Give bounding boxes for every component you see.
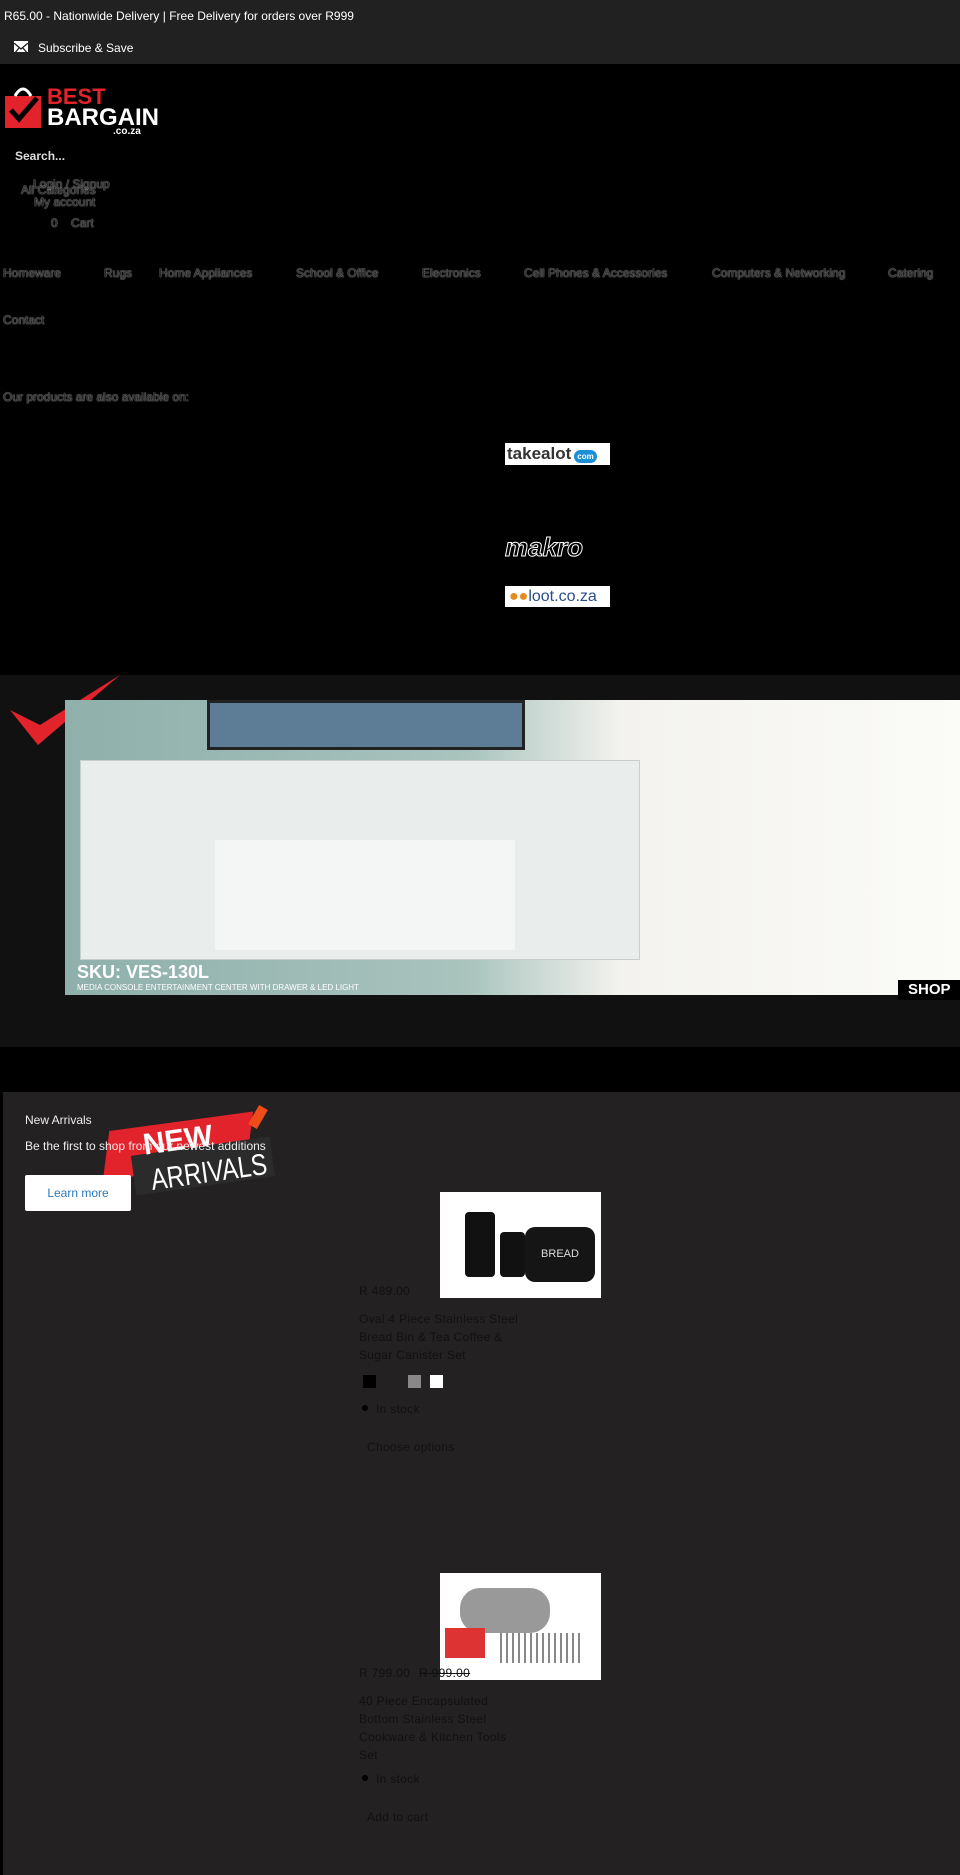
nav-electronics[interactable]: Electronics — [422, 266, 481, 280]
add-to-cart-button[interactable]: Add to cart — [367, 1810, 428, 1824]
nav-contact[interactable]: Contact — [3, 313, 44, 327]
section-subtitle: Be the first to shop from our newest add… — [25, 1139, 266, 1153]
shop-button[interactable]: SHOP — [898, 980, 960, 1000]
stock-dot-icon — [362, 1405, 368, 1411]
cart-count: 0 — [51, 216, 58, 230]
choose-options-button[interactable]: Choose options — [367, 1440, 455, 1454]
banner-image: SKU: VES-130L MEDIA CONSOLE ENTERTAINMEN… — [65, 700, 960, 1000]
swatch-gray[interactable] — [408, 1375, 421, 1388]
mail-icon — [13, 41, 29, 55]
announcement-bar: R65.00 - Nationwide Delivery | Free Deli… — [0, 0, 960, 64]
nav-catering[interactable]: Catering — [888, 266, 933, 280]
nav-homeware[interactable]: Homeware — [3, 266, 61, 280]
banner-subtitle: MEDIA CONSOLE ENTERTAINMENT CENTER WITH … — [77, 983, 359, 992]
banner-sku: SKU: VES-130L — [77, 962, 210, 982]
hero-banner[interactable]: SKU: VES-130L MEDIA CONSOLE ENTERTAINMEN… — [0, 675, 960, 1047]
product-price: R 799.00 — [359, 1666, 411, 1680]
logo[interactable]: BEST BARGAIN .co.za — [5, 84, 159, 137]
cart-link[interactable]: Cart — [71, 216, 94, 230]
my-account-link[interactable]: My account — [34, 195, 95, 209]
nav-computers[interactable]: Computers & Networking — [712, 266, 845, 280]
takealot-logo[interactable]: takealot com — [505, 443, 610, 465]
product-image[interactable]: BREAD — [440, 1192, 601, 1298]
stock-status: In stock — [376, 1772, 420, 1786]
learn-more-button[interactable]: Learn more — [25, 1175, 131, 1211]
compare-price: R 999.00 — [419, 1666, 471, 1680]
new-arrivals-section: NEW ARRIVALS New Arrivals Be the first t… — [3, 1092, 960, 1875]
section-title: New Arrivals — [25, 1113, 92, 1127]
product-title[interactable]: Oval 4 Piece Stainless Steel Bread Bin &… — [359, 1310, 524, 1364]
makro-logo[interactable]: makro — [505, 532, 610, 563]
nav-cell-phones[interactable]: Cell Phones & Accessories — [524, 266, 667, 280]
product-price: R 489.00 — [359, 1284, 411, 1298]
swatch-dark[interactable] — [386, 1375, 399, 1388]
stock-dot-icon — [362, 1775, 368, 1781]
product-title[interactable]: 40 Piece Encapsulated Bottom Stainless S… — [359, 1692, 509, 1764]
nav-school-office[interactable]: School & Office — [296, 266, 379, 280]
partners-label: Our products are also available on: — [3, 390, 190, 404]
swatch-white[interactable] — [430, 1375, 443, 1388]
product-image[interactable] — [440, 1573, 601, 1680]
nav-home-appliances[interactable]: Home Appliances — [159, 266, 252, 280]
loot-logo[interactable]: ●●loot.co.za — [505, 586, 610, 607]
nav-rugs[interactable]: Rugs — [104, 266, 132, 280]
announcement-text: R65.00 - Nationwide Delivery | Free Deli… — [4, 9, 354, 23]
stock-status: In stock — [376, 1402, 420, 1416]
subscribe-link[interactable]: Subscribe & Save — [38, 41, 133, 55]
swatch-black[interactable] — [363, 1375, 376, 1388]
search-input[interactable]: Search... — [15, 149, 65, 163]
